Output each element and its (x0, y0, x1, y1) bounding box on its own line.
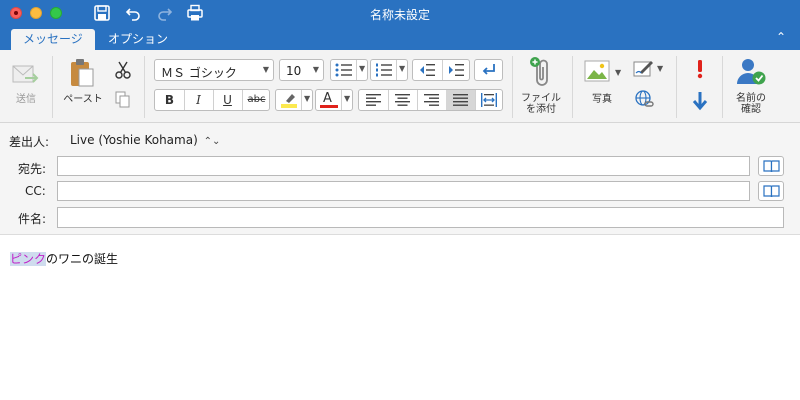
subject-label: 件名: (18, 212, 47, 226)
decrease-indent-button[interactable] (413, 60, 442, 80)
strikethrough-button[interactable]: abc (242, 90, 271, 110)
chevron-down-icon[interactable]: ▼ (615, 68, 621, 77)
chevron-down-icon[interactable]: ▼ (344, 94, 350, 103)
message-body-editor[interactable]: ピンクのワニの誕生 (0, 235, 800, 400)
to-label: 宛先: (18, 162, 47, 176)
check-names-icon (737, 59, 766, 85)
bold-button[interactable]: B (155, 90, 184, 110)
chevron-down-icon[interactable]: ▼ (304, 94, 310, 103)
to-address-book-button[interactable] (758, 156, 784, 176)
chevron-down-icon[interactable]: ▼ (359, 64, 365, 73)
globe-link-icon (635, 90, 654, 107)
send-icon (12, 65, 39, 83)
low-importance-button[interactable] (690, 90, 710, 112)
increase-indent-icon (449, 64, 464, 76)
justify-icon (453, 94, 468, 106)
from-account-select[interactable]: Live (Yoshie Kohama) ⌃⌄ (70, 133, 220, 147)
alignment-group (358, 89, 503, 111)
highlighter-icon (281, 94, 297, 108)
address-book-icon (763, 185, 780, 198)
check-names-line2: 確認 (741, 104, 761, 115)
photo-icon (584, 60, 610, 82)
to-field[interactable] (57, 156, 750, 176)
font-size-value: 10 (286, 64, 302, 78)
numbered-list-button[interactable]: ▼ (370, 59, 408, 81)
text-direction-button[interactable] (474, 59, 503, 81)
body-text-rest: のワニの誕生 (46, 252, 119, 266)
chevron-down-icon: ▼ (262, 65, 269, 74)
copy-icon (115, 91, 130, 108)
tab-options[interactable]: オプション (96, 29, 180, 50)
highlight-color-button[interactable]: ▼ (275, 89, 313, 111)
cc-address-book-button[interactable] (758, 181, 784, 201)
cc-field[interactable] (57, 181, 750, 201)
font-color-swatch (320, 105, 338, 108)
paperclip-icon (530, 57, 548, 86)
chevron-down-icon: ▼ (312, 65, 319, 74)
updown-chevron-icon: ⌃⌄ (203, 136, 221, 147)
align-left-icon (366, 94, 381, 106)
attach-file-button[interactable]: ファイル を添付 (518, 54, 564, 116)
bullet-list-icon (335, 63, 352, 77)
address-book-icon (763, 160, 780, 173)
tab-message[interactable]: メッセージ (11, 29, 95, 50)
font-size-select[interactable]: 10 ▼ (279, 59, 324, 81)
align-center-button[interactable] (388, 90, 417, 110)
attach-label-line2: を添付 (526, 104, 556, 115)
send-label: 送信 (16, 94, 36, 105)
ribbon: 送信 ペースト ＭＳ ゴシック ▼ 10 ▼ ▼ ▼ B I U abc ▼ A… (0, 50, 800, 123)
copy-button[interactable] (113, 90, 133, 110)
paste-label: ペースト (63, 94, 103, 105)
numbered-list-icon (376, 63, 392, 77)
photo-button[interactable]: ▼ 写真 (580, 56, 624, 114)
check-names-line1: 名前の (736, 93, 766, 104)
link-button[interactable] (633, 88, 657, 112)
collapse-ribbon-icon[interactable]: ⌃ (776, 30, 786, 44)
italic-button[interactable]: I (184, 90, 213, 110)
from-account-value: Live (Yoshie Kohama) (70, 133, 198, 147)
tab-bar: メッセージ オプション ⌃ (0, 26, 800, 50)
align-left-button[interactable] (359, 90, 388, 110)
scissors-icon (115, 61, 131, 79)
increase-indent-button[interactable] (442, 60, 471, 80)
down-arrow-icon (692, 92, 708, 111)
align-center-icon (395, 94, 410, 106)
return-arrow-icon (482, 64, 495, 75)
font-color-letter: A (323, 91, 332, 106)
send-button[interactable]: 送信 (8, 56, 44, 114)
font-name-select[interactable]: ＭＳ ゴシック ▼ (154, 59, 274, 81)
distributed-align-button[interactable] (475, 90, 503, 110)
check-names-button[interactable]: 名前の 確認 (728, 54, 774, 116)
indent-group (412, 59, 470, 81)
decrease-indent-icon (420, 64, 435, 76)
attach-label-line1: ファイル (521, 93, 561, 104)
chevron-down-icon[interactable]: ▼ (657, 64, 663, 73)
align-right-icon (424, 94, 439, 106)
high-importance-button[interactable] (690, 58, 710, 80)
distributed-align-icon (481, 93, 497, 107)
cc-label: CC: (25, 184, 46, 198)
title-bar: 名称未設定 (0, 0, 800, 26)
signature-icon (633, 61, 653, 77)
selected-text: ピンク (10, 252, 47, 266)
text-style-group: B I U abc (154, 89, 270, 111)
photo-label: 写真 (592, 94, 612, 105)
bullet-list-button[interactable]: ▼ (330, 59, 368, 81)
paste-icon (71, 59, 94, 87)
message-header: 差出人: Live (Yoshie Kohama) ⌃⌄ 宛先: CC: 件名: (0, 123, 800, 235)
justify-button[interactable] (446, 90, 475, 110)
underline-button[interactable]: U (213, 90, 242, 110)
paste-button[interactable]: ペースト (60, 56, 106, 114)
align-right-button[interactable] (417, 90, 446, 110)
exclamation-icon (697, 60, 703, 79)
window-title: 名称未設定 (369, 8, 430, 22)
cut-button[interactable] (113, 60, 133, 80)
from-label: 差出人: (9, 135, 50, 149)
body-text: ピンクのワニの誕生 (10, 250, 118, 267)
subject-field[interactable] (57, 207, 784, 228)
chevron-down-icon[interactable]: ▼ (399, 64, 405, 73)
font-name-value: ＭＳ ゴシック (161, 66, 237, 80)
font-color-button[interactable]: A ▼ (315, 89, 353, 111)
signature-button[interactable]: ▼ (632, 58, 666, 80)
